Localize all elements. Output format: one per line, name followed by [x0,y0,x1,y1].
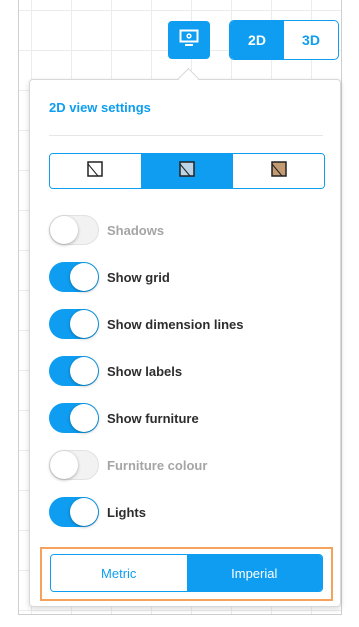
view-settings-panel: 2D view settings Shadows Show grid Show … [29,79,341,607]
view-settings-button[interactable] [168,21,210,59]
show-furniture-switch[interactable] [49,403,99,433]
outline-style-icon [87,160,104,182]
toggle-row-furniture: Show furniture [49,402,329,434]
show-labels-switch[interactable] [49,356,99,386]
imperial-button[interactable]: Imperial [186,555,322,591]
toggle-row-dimension-lines: Show dimension lines [49,308,329,340]
shadows-label: Shadows [107,222,165,238]
switch-knob [70,357,98,385]
unit-selector: Metric Imperial [50,554,323,592]
show-grid-switch[interactable] [49,262,99,292]
toggle-row-show-grid: Show grid [49,261,329,293]
style-textured-option[interactable] [232,154,324,188]
lights-switch[interactable] [49,497,99,527]
monitor-settings-icon [179,29,199,52]
furniture-colour-switch[interactable] [49,450,99,480]
toggle-row-furniture-colour: Furniture colour [49,449,329,481]
panel-title: 2D view settings [49,100,151,115]
switch-knob [50,216,78,244]
toggle-row-labels: Show labels [49,355,329,387]
switch-knob [70,498,98,526]
plan-style-selector [49,153,325,189]
show-dimension-lines-label: Show dimension lines [107,316,244,332]
show-dimension-lines-switch[interactable] [49,309,99,339]
style-blueprint-option[interactable] [140,154,233,188]
switch-knob [70,404,98,432]
show-labels-label: Show labels [107,363,183,379]
divider [49,135,323,136]
style-outline-option[interactable] [50,154,141,188]
view-mode-toggle: 2D 3D [229,20,339,60]
show-furniture-label: Show furniture [107,410,199,426]
toggle-row-shadows: Shadows [49,214,329,246]
textured-style-icon [270,160,287,182]
lights-label: Lights [107,504,146,520]
shadows-switch[interactable] [49,215,99,245]
unit-selector-highlight: Metric Imperial [40,547,333,601]
toggle-row-lights: Lights [49,496,329,528]
switch-knob [70,263,98,291]
switch-knob [70,310,98,338]
view-2d-button[interactable]: 2D [230,21,284,59]
switch-knob [50,451,78,479]
furniture-colour-label: Furniture colour [107,457,208,473]
show-grid-label: Show grid [107,269,170,285]
blueprint-style-icon [179,160,195,182]
view-3d-button[interactable]: 3D [284,21,338,59]
metric-button[interactable]: Metric [51,555,187,591]
